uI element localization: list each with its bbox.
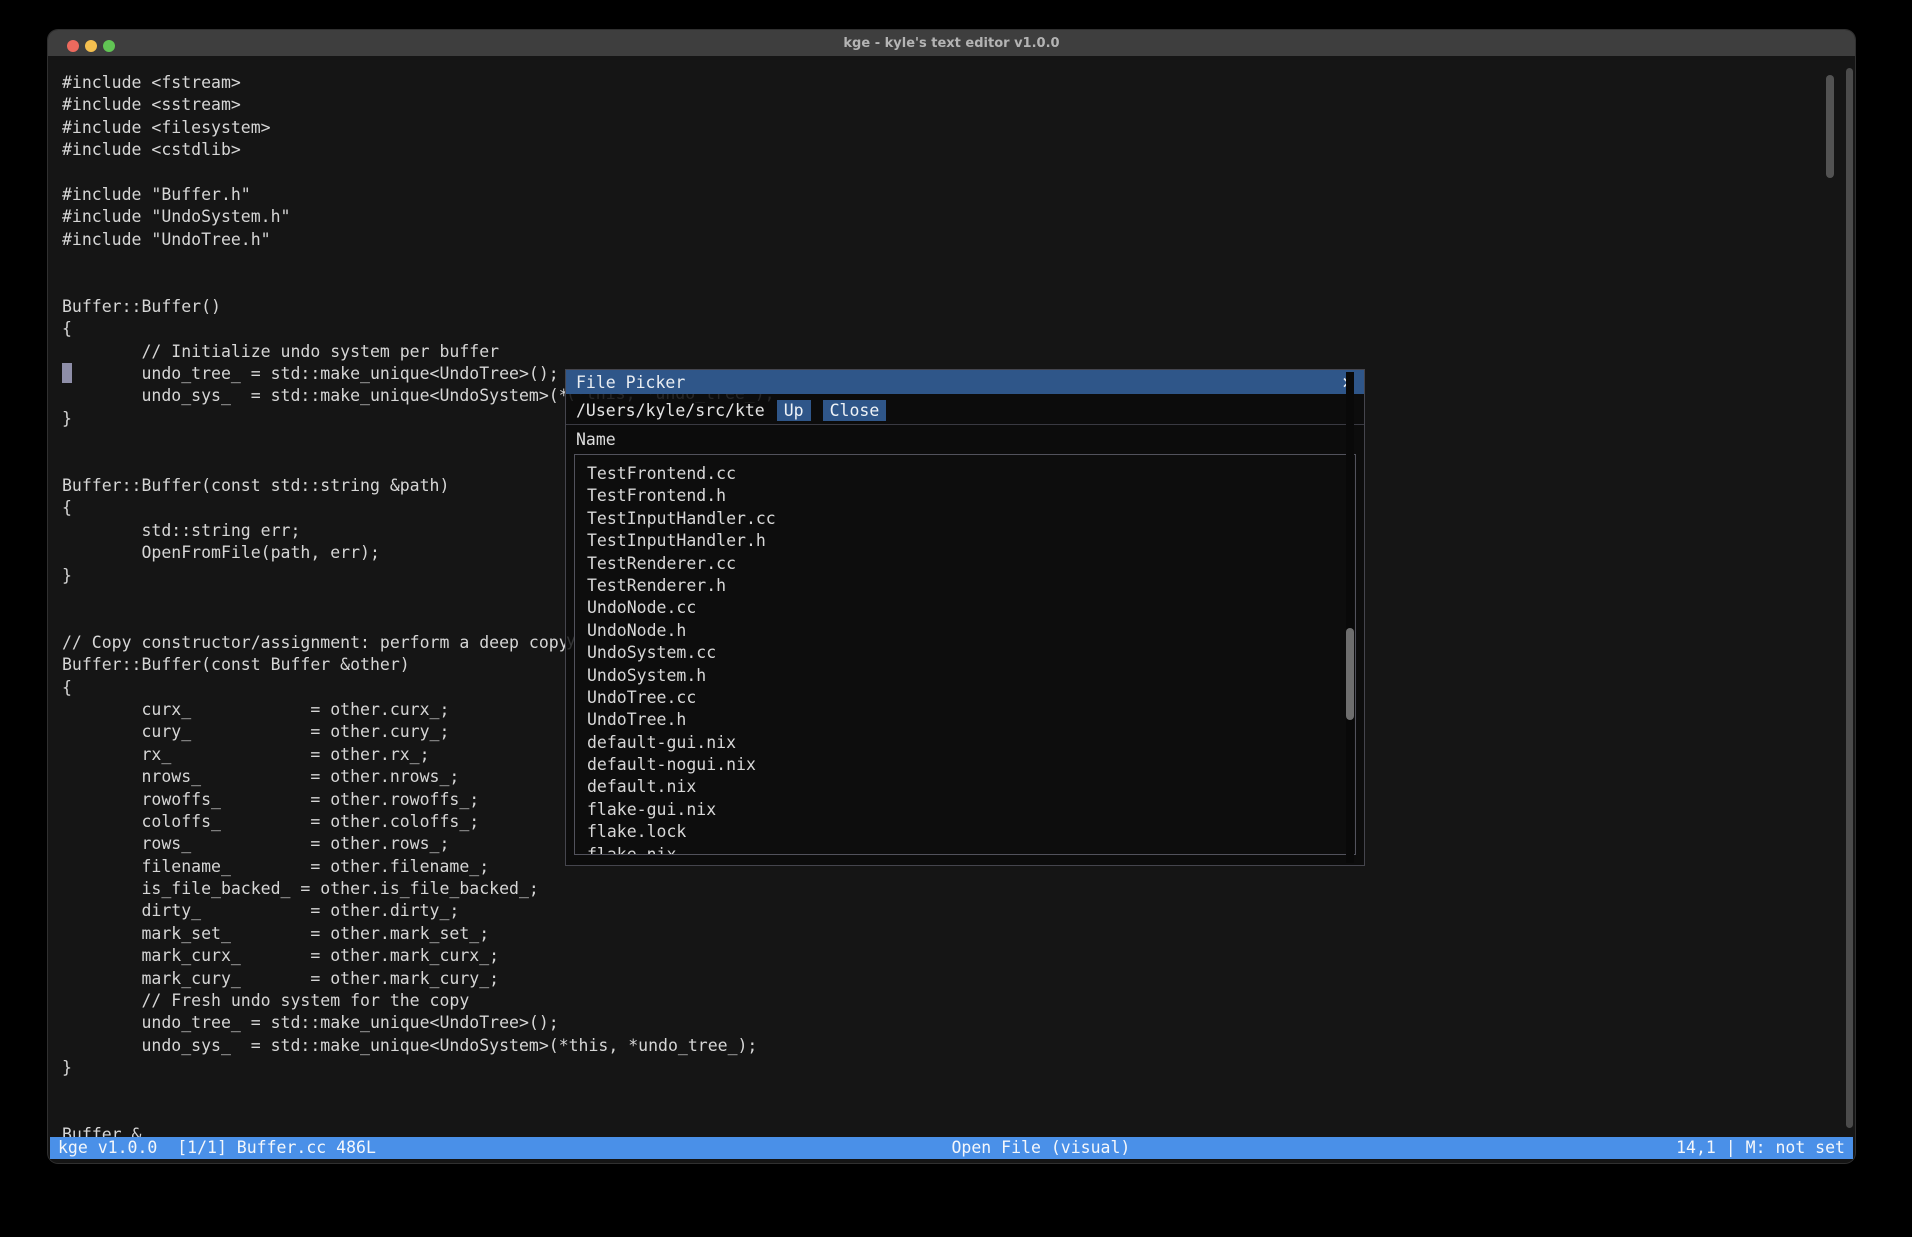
window-scrollbar-track[interactable] bbox=[1846, 68, 1853, 1128]
code-line: #include "Buffer.h" bbox=[62, 184, 1105, 206]
file-list-item[interactable]: default-nogui.nix bbox=[575, 754, 1355, 776]
dialog-separator bbox=[566, 424, 1364, 425]
code-line: #include <sstream> bbox=[62, 94, 1105, 116]
status-cursor-position: 14,1 | M: not set bbox=[1676, 1137, 1845, 1159]
code-line bbox=[62, 1080, 1105, 1102]
file-list-item[interactable]: default-gui.nix bbox=[575, 732, 1355, 754]
file-list-item[interactable]: UndoNode.cc bbox=[575, 597, 1355, 619]
code-line: undo_tree_ = std::make_unique<UndoTree>(… bbox=[62, 1012, 1105, 1034]
text-cursor bbox=[62, 363, 72, 383]
code-line: mark_curx_ = other.mark_curx_; bbox=[62, 945, 1105, 967]
file-list-item[interactable]: UndoSystem.h bbox=[575, 665, 1355, 687]
zoom-window-icon[interactable] bbox=[103, 40, 115, 52]
code-line bbox=[62, 251, 1105, 273]
dialog-title: File Picker bbox=[576, 373, 685, 392]
file-list-item[interactable]: TestInputHandler.cc bbox=[575, 508, 1355, 530]
status-bar: kge v1.0.0 [1/1] Buffer.cc 486L Open Fil… bbox=[50, 1137, 1853, 1159]
close-button[interactable]: Close bbox=[823, 400, 887, 421]
dialog-titlebar[interactable]: File Picker × bbox=[566, 370, 1364, 394]
file-list-item[interactable]: flake.nix bbox=[575, 844, 1355, 855]
code-line: // Initialize undo system per buffer bbox=[62, 341, 1105, 363]
file-list-item[interactable]: TestInputHandler.h bbox=[575, 530, 1355, 552]
code-line bbox=[62, 162, 1105, 184]
editor-window: #include <fstream>#include <sstream>#inc… bbox=[48, 30, 1855, 1163]
file-list[interactable]: TestFrontend.ccTestFrontend.hTestInputHa… bbox=[574, 454, 1356, 855]
file-list-item[interactable]: TestRenderer.cc bbox=[575, 553, 1355, 575]
code-line: dirty_ = other.dirty_; bbox=[62, 900, 1105, 922]
window-titlebar[interactable]: kge - kyle's text editor v1.0.0 bbox=[48, 30, 1855, 56]
code-line: { bbox=[62, 318, 1105, 340]
window-title: kge - kyle's text editor v1.0.0 bbox=[843, 36, 1059, 51]
code-line: #include <fstream> bbox=[62, 72, 1105, 94]
editor-scrollbar-thumb[interactable] bbox=[1826, 75, 1834, 178]
file-list-item[interactable]: flake.lock bbox=[575, 821, 1355, 843]
code-line: mark_set_ = other.mark_set_; bbox=[62, 923, 1105, 945]
status-mode: Open File (visual) bbox=[952, 1137, 1131, 1159]
name-column-header: Name bbox=[576, 430, 616, 449]
path-row: /Users/kyle/src/kte Up Close bbox=[576, 400, 886, 421]
file-list-item[interactable]: TestFrontend.cc bbox=[575, 463, 1355, 485]
code-line: #include "UndoSystem.h" bbox=[62, 206, 1105, 228]
status-file-info: kge v1.0.0 [1/1] Buffer.cc 486L bbox=[58, 1137, 376, 1159]
file-list-item[interactable]: UndoNode.h bbox=[575, 620, 1355, 642]
file-list-scrollbar-track[interactable] bbox=[1346, 372, 1354, 863]
code-line: mark_cury_ = other.mark_cury_; bbox=[62, 968, 1105, 990]
up-button[interactable]: Up bbox=[777, 400, 811, 421]
code-line: is_file_backed_ = other.is_file_backed_; bbox=[62, 878, 1105, 900]
file-list-item[interactable]: TestFrontend.h bbox=[575, 485, 1355, 507]
file-list-item[interactable]: UndoTree.h bbox=[575, 709, 1355, 731]
code-line: #include <cstdlib> bbox=[62, 139, 1105, 161]
file-list-scrollbar-thumb[interactable] bbox=[1346, 628, 1354, 720]
code-line: } bbox=[62, 1057, 1105, 1079]
minimize-window-icon[interactable] bbox=[85, 40, 97, 52]
file-picker-dialog: (*this, *undo_tree_); y of core fields; … bbox=[565, 369, 1365, 866]
code-line: // Fresh undo system for the copy bbox=[62, 990, 1105, 1012]
path-input[interactable]: /Users/kyle/src/kte bbox=[576, 401, 765, 420]
code-line: #include "UndoTree.h" bbox=[62, 229, 1105, 251]
file-list-item[interactable]: TestRenderer.h bbox=[575, 575, 1355, 597]
traffic-lights bbox=[67, 40, 115, 52]
file-list-item[interactable]: flake-gui.nix bbox=[575, 799, 1355, 821]
code-line: undo_sys_ = std::make_unique<UndoSystem>… bbox=[62, 1035, 1105, 1057]
file-list-item[interactable]: UndoSystem.cc bbox=[575, 642, 1355, 664]
code-line bbox=[62, 1102, 1105, 1124]
code-line bbox=[62, 274, 1105, 296]
code-line: Buffer::Buffer() bbox=[62, 296, 1105, 318]
code-line: #include <filesystem> bbox=[62, 117, 1105, 139]
close-window-icon[interactable] bbox=[67, 40, 79, 52]
file-list-item[interactable]: default.nix bbox=[575, 776, 1355, 798]
file-list-item[interactable]: UndoTree.cc bbox=[575, 687, 1355, 709]
